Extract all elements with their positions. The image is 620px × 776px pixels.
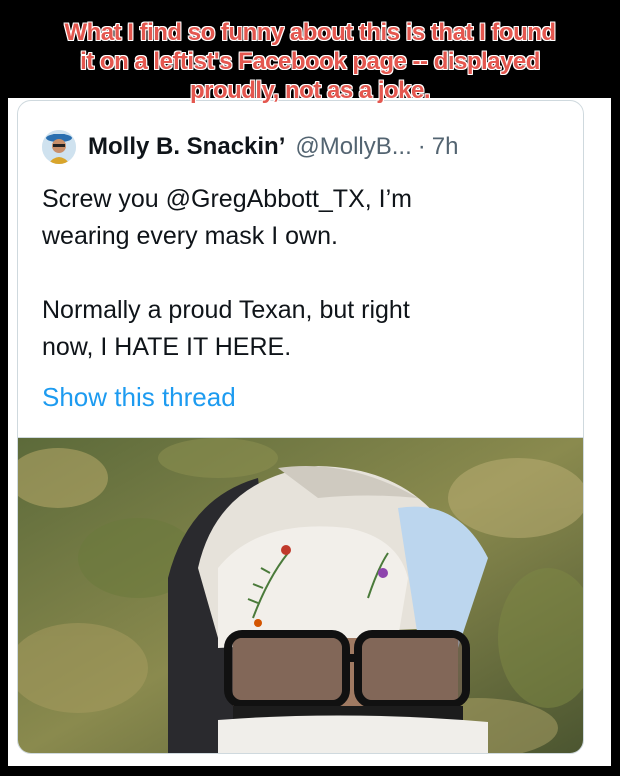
tweet-text-line: Normally a proud Texan, but right bbox=[42, 296, 410, 324]
avatar[interactable] bbox=[42, 130, 76, 164]
tweet-timestamp[interactable]: 7h bbox=[432, 133, 459, 161]
tweet-text-line: now, I HATE IT HERE. bbox=[42, 333, 292, 361]
tweet-body: Screw you @GregAbbott_TX, I’m wearing ev… bbox=[42, 181, 562, 366]
avatar-icon bbox=[42, 130, 76, 164]
user-handle[interactable]: @MollyB... bbox=[295, 133, 411, 161]
tweet-photo[interactable] bbox=[18, 437, 583, 753]
display-name[interactable]: Molly B. Snackin’ bbox=[88, 133, 285, 161]
separator-dot: · bbox=[417, 133, 426, 160]
show-thread-link[interactable]: Show this thread bbox=[42, 382, 236, 413]
tweet-text-line: wearing every mask I own. bbox=[42, 222, 338, 250]
caption-line-2: it on a leftist's Facebook page -- displ… bbox=[80, 48, 540, 75]
tweet-header: Molly B. Snackin’ @MollyB... · 7h bbox=[42, 129, 458, 165]
tweet-text-line: Screw you @GregAbbott_TX, I’m bbox=[42, 185, 412, 213]
caption-line-3: proudly, not as a joke. bbox=[189, 77, 431, 104]
photo-person-wearing-masks-icon bbox=[18, 438, 583, 753]
caption-line-1: What I find so funny about this is that … bbox=[64, 19, 556, 46]
tweet-card[interactable]: Molly B. Snackin’ @MollyB... · 7h Screw … bbox=[17, 100, 584, 754]
meme-caption: What I find so funny about this is that … bbox=[0, 18, 620, 105]
